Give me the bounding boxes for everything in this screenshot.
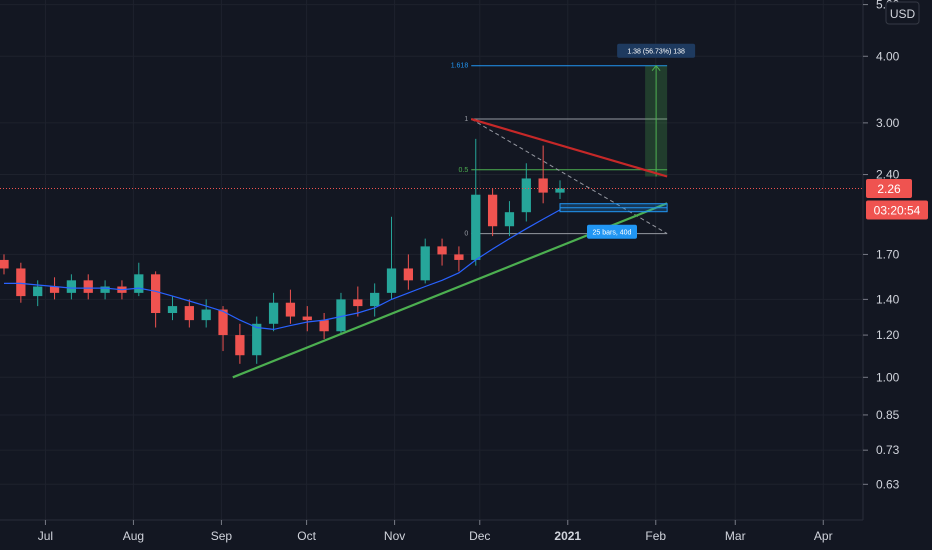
price-axis-tick-label: 1.70: [876, 247, 900, 261]
candle-body: [471, 194, 481, 260]
time-axis-tick-label: Apr: [814, 529, 833, 543]
fib-level-label: 1: [464, 116, 468, 123]
candle-body: [184, 306, 194, 321]
candle-body: [134, 274, 144, 293]
price-axis-tick-label: 1.00: [876, 370, 900, 384]
time-axis-tick-label: Dec: [469, 529, 490, 543]
currency-label: USD: [890, 7, 916, 21]
candle-body: [252, 323, 262, 356]
last-price-value: 2.26: [877, 182, 901, 196]
candle-body: [555, 188, 565, 193]
candle-body: [235, 335, 245, 356]
fib-level-label: 0: [464, 231, 468, 238]
projection-label: 1.38 (56.73%) 138: [627, 49, 685, 56]
time-axis-tick-label: Mar: [725, 529, 746, 543]
candle-body: [167, 306, 178, 314]
candle-body: [437, 246, 447, 255]
candle-body: [487, 194, 498, 227]
countdown-value: 03:20:54: [874, 203, 921, 217]
time-axis-tick-label: Feb: [645, 529, 666, 543]
time-axis-tick-label: Jul: [38, 529, 53, 543]
fib-level-label: 0.5: [459, 167, 469, 174]
candle-body: [403, 268, 413, 281]
candle-body: [16, 268, 26, 297]
price-axis-tick-label: 0.85: [876, 408, 900, 422]
candle-body: [83, 280, 93, 293]
price-axis-tick-label: 1.40: [876, 292, 900, 306]
currency-badge[interactable]: USD: [885, 1, 920, 25]
candle-body: [370, 292, 380, 307]
time-axis-tick-label: Aug: [123, 529, 144, 543]
time-axis-tick-label: 2021: [554, 529, 581, 543]
candle-body: [504, 212, 515, 227]
candle-body: [538, 178, 548, 193]
candle-body: [49, 286, 60, 293]
candle-body: [353, 299, 363, 307]
price-axis-tick-label: 0.63: [876, 477, 900, 491]
time-axis-tick-label: Sep: [211, 529, 233, 543]
candle-body: [386, 268, 397, 293]
date-range-label: 25 bars, 40d: [593, 230, 632, 237]
candle-body: [454, 254, 464, 260]
price-axis-tick-label: 3.00: [876, 116, 900, 130]
candle-body: [201, 309, 211, 321]
fib-level-label: 1.618: [451, 63, 469, 70]
candle-body: [285, 302, 296, 317]
candle-body: [420, 246, 430, 281]
time-axis-tick-label: Oct: [297, 529, 316, 543]
price-axis-tick-label: 1.20: [876, 328, 900, 342]
candle-body: [151, 274, 161, 314]
candle-body: [0, 259, 9, 269]
candle-body: [33, 286, 43, 297]
candle-body: [302, 316, 312, 321]
candle-body: [521, 178, 531, 213]
candle-body: [319, 320, 329, 332]
candle-body: [268, 302, 279, 324]
time-axis-tick-label: Nov: [384, 529, 405, 543]
price-axis-tick-label: 0.73: [876, 443, 900, 457]
candle-body: [66, 280, 77, 293]
price-axis-tick-label: 4.00: [876, 49, 900, 63]
candlestick-chart[interactable]: 1.618 1 0.5 0 1.38 (56.73%) 138 25 bars, 40d…: [0, 0, 932, 550]
candle-body: [100, 286, 110, 293]
